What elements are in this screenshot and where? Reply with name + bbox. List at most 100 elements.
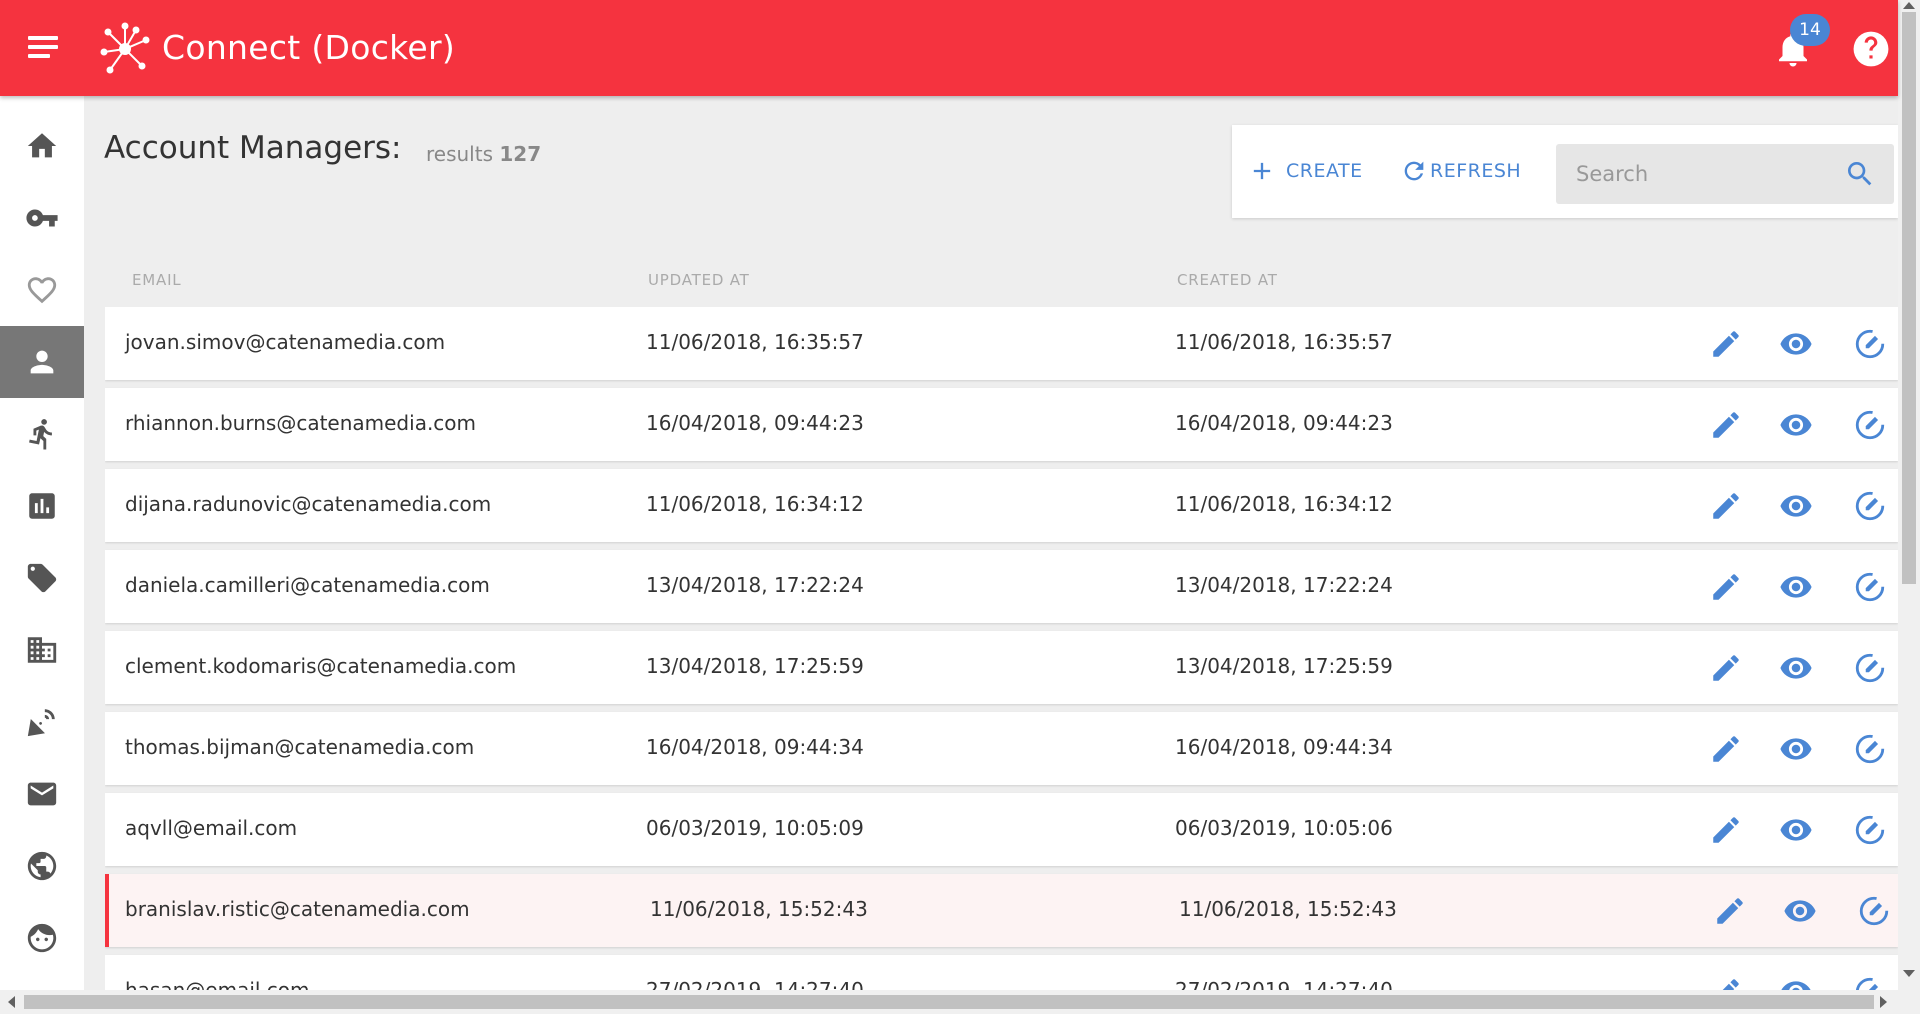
view-eye-icon[interactable] (1779, 813, 1813, 847)
sidebar-item-keys[interactable] (0, 182, 84, 254)
scroll-right-arrow-icon[interactable] (1880, 996, 1887, 1008)
email-cell: hasan@email.com (125, 978, 310, 990)
help-icon[interactable] (1852, 30, 1890, 68)
column-header-created-at[interactable]: CREATED AT (1177, 271, 1278, 289)
edit-pencil-icon[interactable] (1709, 732, 1743, 766)
view-eye-icon[interactable] (1779, 732, 1813, 766)
table-row[interactable]: branislav.ristic@catenamedia.com 11/06/20… (105, 874, 1898, 947)
refresh-button[interactable]: REFRESH (1400, 155, 1521, 187)
email-cell: clement.kodomaris@catenamedia.com (125, 654, 517, 678)
edit-pencil-icon[interactable] (1709, 813, 1743, 847)
updated-at-cell: 16/04/2018, 09:44:23 (646, 411, 864, 435)
table-row[interactable]: thomas.bijman@catenamedia.com 16/04/2018,… (105, 712, 1898, 785)
mail-icon (27, 782, 57, 806)
tag-icon (27, 563, 57, 593)
table-row[interactable]: rhiannon.burns@catenamedia.com 16/04/2018… (105, 388, 1898, 461)
refresh-button-label: REFRESH (1430, 160, 1522, 182)
plus-icon (1253, 162, 1271, 180)
building-icon (27, 637, 57, 663)
updated-at-cell: 16/04/2018, 09:44:34 (646, 735, 864, 759)
email-cell: thomas.bijman@catenamedia.com (125, 735, 475, 759)
horizontal-scrollbar[interactable] (0, 990, 1920, 1014)
updated-at-cell: 11/06/2018, 15:52:43 (650, 897, 868, 921)
sidebar-item-account-managers[interactable] (0, 326, 84, 398)
manage-edit-circle-icon[interactable] (1857, 894, 1891, 928)
column-header-email[interactable]: EMAIL (132, 271, 181, 289)
horizontal-scroll-thumb[interactable] (24, 995, 1874, 1009)
edit-pencil-icon[interactable] (1709, 408, 1743, 442)
updated-at-cell: 13/04/2018, 17:25:59 (646, 654, 864, 678)
top-app-bar: Connect (Docker) 14 (0, 0, 1898, 96)
key-icon (26, 209, 58, 227)
sidebar-item-home[interactable] (0, 110, 84, 182)
sidebar-item-users[interactable] (0, 902, 84, 974)
manage-edit-circle-icon[interactable] (1853, 327, 1887, 361)
view-eye-icon[interactable] (1783, 894, 1817, 928)
manage-edit-circle-icon[interactable] (1853, 813, 1887, 847)
updated-at-cell: 11/06/2018, 16:35:57 (646, 330, 864, 354)
table-row[interactable]: daniela.camilleri@catenamedia.com 13/04/2… (105, 550, 1898, 623)
search-icon[interactable] (1844, 158, 1876, 190)
edit-pencil-icon[interactable] (1709, 975, 1743, 990)
view-eye-icon[interactable] (1779, 570, 1813, 604)
sidebar-item-sites[interactable] (0, 830, 84, 902)
manage-edit-circle-icon[interactable] (1853, 408, 1887, 442)
table-row[interactable]: jovan.simov@catenamedia.com 11/06/2018, 1… (105, 307, 1898, 380)
manage-edit-circle-icon[interactable] (1853, 651, 1887, 685)
created-at-cell: 11/06/2018, 16:35:57 (1175, 330, 1393, 354)
manage-edit-circle-icon[interactable] (1853, 570, 1887, 604)
page-title: Account Managers: (104, 130, 402, 166)
created-at-cell: 13/04/2018, 17:25:59 (1175, 654, 1393, 678)
edit-pencil-icon[interactable] (1709, 327, 1743, 361)
updated-at-cell: 27/02/2019, 14:27:40 (646, 978, 864, 990)
sidebar-item-reports[interactable] (0, 470, 84, 542)
created-at-cell: 13/04/2018, 17:22:24 (1175, 573, 1393, 597)
updated-at-cell: 13/04/2018, 17:22:24 (646, 573, 864, 597)
manage-edit-circle-icon[interactable] (1853, 975, 1887, 990)
manage-edit-circle-icon[interactable] (1853, 489, 1887, 523)
edit-pencil-icon[interactable] (1713, 894, 1747, 928)
notification-count-badge: 14 (1790, 14, 1830, 46)
sidebar-item-mail[interactable] (0, 758, 84, 830)
runner-icon (29, 419, 52, 450)
sidebar-item-broadcast[interactable] (0, 686, 84, 758)
scroll-left-arrow-icon[interactable] (8, 996, 15, 1008)
scroll-up-arrow-icon[interactable] (1903, 2, 1915, 9)
vertical-scroll-thumb[interactable] (1902, 12, 1916, 584)
created-at-cell: 16/04/2018, 09:44:34 (1175, 735, 1393, 759)
manage-edit-circle-icon[interactable] (1853, 732, 1887, 766)
sidebar-item-activity[interactable] (0, 398, 84, 470)
globe-icon (27, 851, 57, 881)
search-box (1556, 144, 1894, 204)
sidebar-nav (0, 96, 84, 990)
view-eye-icon[interactable] (1779, 975, 1813, 990)
edit-pencil-icon[interactable] (1709, 570, 1743, 604)
vertical-scrollbar[interactable] (1898, 0, 1920, 990)
view-eye-icon[interactable] (1779, 408, 1813, 442)
edit-pencil-icon[interactable] (1709, 651, 1743, 685)
search-input[interactable] (1556, 144, 1826, 204)
email-cell: rhiannon.burns@catenamedia.com (125, 411, 477, 435)
view-eye-icon[interactable] (1779, 327, 1813, 361)
sidebar-item-favorites[interactable] (0, 254, 84, 326)
view-eye-icon[interactable] (1779, 489, 1813, 523)
created-at-cell: 27/02/2019, 14:27:40 (1175, 978, 1393, 990)
table-row[interactable]: dijana.radunovic@catenamedia.com 11/06/20… (105, 469, 1898, 542)
table-row[interactable]: aqvll@email.com 06/03/2019, 10:05:09 06/03… (105, 793, 1898, 866)
view-eye-icon[interactable] (1779, 651, 1813, 685)
results-label: results (426, 142, 494, 166)
menu-icon[interactable] (28, 36, 62, 62)
table-row[interactable]: hasan@email.com 27/02/2019, 14:27:40 27/02… (105, 955, 1898, 990)
email-cell: branislav.ristic@catenamedia.com (125, 897, 470, 921)
table-row[interactable]: clement.kodomaris@catenamedia.com 13/04/2… (105, 631, 1898, 704)
app-title: Connect (Docker) (162, 28, 456, 67)
column-header-updated-at[interactable]: UPDATED AT (648, 271, 750, 289)
edit-pencil-icon[interactable] (1709, 489, 1743, 523)
create-button[interactable]: CREATE (1248, 155, 1363, 187)
scroll-down-arrow-icon[interactable] (1903, 970, 1915, 977)
sidebar-item-tags[interactable] (0, 542, 84, 614)
logo-icon (100, 22, 150, 74)
email-cell: jovan.simov@catenamedia.com (125, 330, 446, 354)
sidebar-item-companies[interactable] (0, 614, 84, 686)
results-count: results 127 (426, 142, 541, 166)
